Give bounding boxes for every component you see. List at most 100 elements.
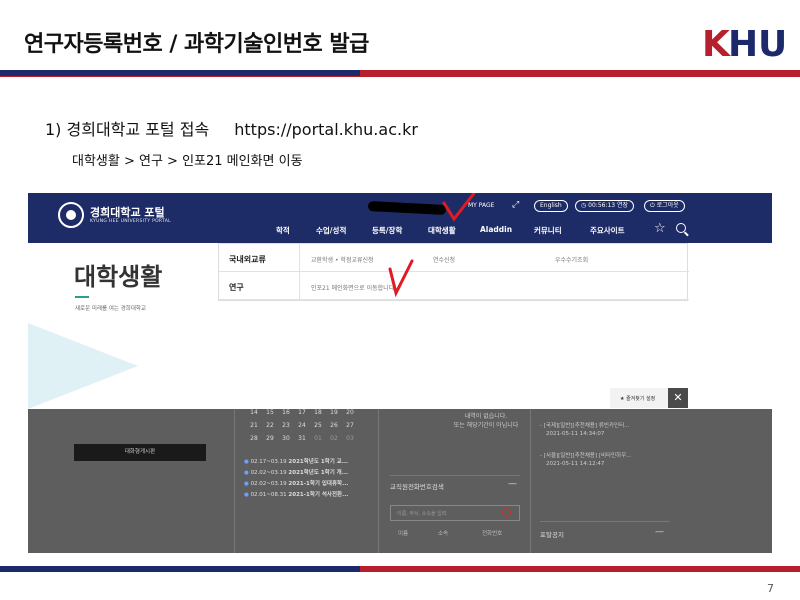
list-item-date: 02.02~03.19 (250, 470, 287, 476)
dropdown-category: 국내외교류 (229, 255, 266, 264)
campus-life-dropdown: 국내외교류 교환학생 • 학점교류신청 연수신청 우수수기조회 연구 인포21 … (218, 243, 689, 301)
portal-screenshot: 경희대학교 포털 KYUNG HEE UNIVERSITY PORTAL MY … (28, 193, 772, 553)
calendar-day[interactable]: 30 (278, 435, 294, 448)
dropdown-category: 연구 (229, 283, 244, 292)
university-seal-icon (58, 202, 84, 228)
step-line: 1) 경희대학교 포털 접속 https://portal.khu.ac.kr (45, 116, 418, 140)
list-item-date: 02.17~03.19 (250, 459, 287, 465)
divider (540, 521, 670, 522)
calendar-day[interactable]: 28 (246, 435, 262, 448)
schedule-list: ● 02.17~03.19 2021학년도 1학기 교... ● 02.02~0… (244, 457, 348, 501)
calendar-day[interactable]: 31 (294, 435, 310, 448)
list-item-date: 02.02~03.19 (250, 481, 287, 487)
collapse-icon[interactable]: — (508, 479, 517, 489)
list-item[interactable]: ● 02.02~03.19 2021학년도 1학기 개... (244, 468, 348, 479)
svg-text:H: H (728, 24, 758, 62)
header-rule (0, 70, 800, 77)
calendar-day[interactable]: 23 (278, 422, 294, 435)
list-item-text: 2021-1학기 석사전환... (288, 492, 349, 498)
info21-link[interactable]: 인포21 메인화면으로 이동합니다 (311, 283, 394, 292)
red-check-mark-icon (442, 193, 477, 222)
menu-item-community[interactable]: 커뮤니티 (534, 225, 562, 236)
list-item[interactable]: ● 02.01~08.31 2021-1학기 석사전환... (244, 490, 348, 501)
search-icon[interactable] (676, 223, 686, 233)
session-timer-button[interactable]: ◷ 00:56:13 연장 (575, 200, 635, 212)
divider (234, 409, 235, 553)
list-item-text: 2021학년도 1학기 교... (288, 459, 349, 465)
red-check-mark-icon (388, 259, 414, 297)
phone-search-title: 교직원전화번호검색 (390, 483, 444, 491)
slide-title: 연구자등록번호 / 과학기술인번호 발급 (24, 32, 369, 57)
calendar-day[interactable]: 17 (294, 409, 310, 422)
list-item-date: 2021-05-11 14:34:07 (546, 431, 605, 437)
portal-url[interactable]: https://portal.khu.ac.kr (234, 120, 418, 139)
calendar-day[interactable]: 25 (310, 422, 326, 435)
bulletin-button[interactable]: 대화형게시판 (74, 444, 206, 461)
calendar-day[interactable]: 03 (342, 435, 358, 448)
redaction-mark (367, 200, 447, 216)
session-timer-text: 00:56:13 연장 (588, 202, 629, 209)
menu-path: 대학생활 > 연구 > 인포21 메인화면 이동 (72, 154, 303, 169)
menu-item-tuition[interactable]: 등록/장학 (372, 225, 402, 236)
divider (390, 475, 520, 476)
column-header: 이름 (398, 531, 409, 537)
dropdown-item[interactable]: 우수수기조회 (555, 255, 588, 264)
menu-item-academic[interactable]: 학적 (276, 225, 290, 236)
english-button[interactable]: English (534, 200, 568, 212)
phone-search-input[interactable]: 이름, 부서, 소속을 입력 (390, 505, 520, 521)
calendar-day[interactable]: 24 (294, 422, 310, 435)
list-item-text: 2021-1학기 입대휴학... (288, 481, 349, 487)
calendar: 14 15 16 17 18 19 20 21 22 23 24 25 26 27 28 29 30 31 01… (246, 409, 358, 448)
calendar-day[interactable]: 18 (310, 409, 326, 422)
favorite-star-icon[interactable]: ☆ (654, 221, 666, 236)
calendar-day[interactable]: 27 (342, 422, 358, 435)
calendar-day[interactable]: 16 (278, 409, 294, 422)
calendar-day[interactable]: 01 (310, 435, 326, 448)
fullscreen-icon[interactable]: ⤢ (512, 200, 519, 210)
calendar-week: 21 22 23 24 25 26 27 (246, 422, 358, 435)
calendar-day[interactable]: 21 (246, 422, 262, 435)
divider (530, 409, 531, 553)
dropdown-item[interactable]: 연수신청 (433, 255, 455, 264)
list-item-text: 2021학년도 1학기 개... (288, 470, 349, 476)
portal-notice-title: 포탈공지 (540, 531, 564, 539)
dropdown-item[interactable]: 교환학생 • 학점교류신청 (311, 255, 374, 264)
dropdown-row-research: 연구 인포21 메인화면으로 이동합니다 (219, 272, 689, 300)
logout-button[interactable]: ⏻ 로그아웃 (644, 200, 685, 212)
page-number: 7 (767, 582, 774, 595)
footer-rule (0, 566, 800, 572)
phone-search-panel: 교직원전화번호검색 — 이름, 부서, 소속을 입력 이름 소속 전화번호 (390, 479, 520, 537)
calendar-day[interactable]: 26 (326, 422, 342, 435)
menu-item-courses[interactable]: 수업/성적 (316, 225, 346, 236)
list-item[interactable]: ● 02.02~03.19 2021-1학기 입대휴학... (244, 479, 348, 490)
collapse-icon[interactable]: — (655, 527, 664, 537)
hero-subtitle: 새로운 미래를 여는 경희대학교 (75, 306, 147, 312)
logout-text: 로그아웃 (656, 202, 679, 209)
calendar-week: 14 15 16 17 18 19 20 (246, 409, 358, 422)
list-item[interactable]: ● 02.17~03.19 2021학년도 1학기 교... (244, 457, 348, 468)
list-item[interactable]: - [서울][일반][추천채용] [비타민하우... (540, 451, 632, 461)
divider (378, 409, 379, 553)
close-icon[interactable]: ✕ (668, 388, 688, 408)
column-header: 소속 (438, 531, 449, 537)
job-list: - [국제][일반][추천채용] 류빈카인터... 2021-05-11 14:… (540, 421, 632, 471)
menu-item-sites[interactable]: 주요사이트 (590, 225, 625, 236)
list-item[interactable]: - [국제][일반][추천채용] 류빈카인터... (540, 421, 632, 431)
empty-notice: 내역이 없습니다. 또는 해당기간이 아닙니다 (426, 411, 546, 429)
calendar-day[interactable]: 29 (262, 435, 278, 448)
empty-notice-line: 또는 해당기간이 아닙니다 (453, 422, 519, 429)
brand-korean: 경희대학교 포털 (90, 206, 165, 219)
portal-navbar: 경희대학교 포털 KYUNG HEE UNIVERSITY PORTAL MY … (28, 193, 772, 243)
portal-brand[interactable]: 경희대학교 포털 KYUNG HEE UNIVERSITY PORTAL (58, 202, 171, 228)
step-text: 1) 경희대학교 포털 접속 (45, 120, 210, 139)
calendar-day[interactable]: 02 (326, 435, 342, 448)
calendar-day[interactable]: 15 (262, 409, 278, 422)
search-icon[interactable] (502, 508, 511, 517)
quick-settings-label: 즐겨찾기 설정 (626, 396, 656, 402)
svg-text:K: K (702, 24, 731, 62)
calendar-day[interactable]: 19 (326, 409, 342, 422)
portal-notice-panel: 포탈공지 — (540, 527, 664, 539)
calendar-day[interactable]: 14 (246, 409, 262, 422)
calendar-day[interactable]: 22 (262, 422, 278, 435)
calendar-day[interactable]: 20 (342, 409, 358, 422)
